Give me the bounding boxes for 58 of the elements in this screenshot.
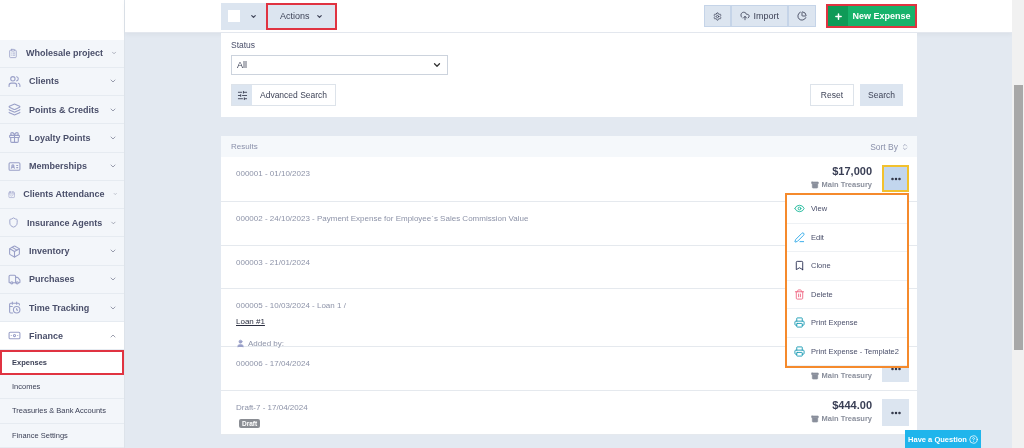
cloud-upload-icon: [740, 11, 751, 21]
loan-link[interactable]: Loan #1: [236, 317, 265, 326]
caret-icon: [315, 12, 323, 20]
select-all-dropdown[interactable]: [221, 2, 266, 30]
advanced-search-button[interactable]: Advanced Search: [231, 84, 337, 106]
settings-icon: [713, 11, 723, 21]
plus-icon: [833, 11, 843, 21]
box-icon: [810, 371, 819, 380]
row-title: 000005 - 10/03/2024 - Loan 1 /: [236, 301, 346, 310]
status-label: Status: [231, 40, 257, 50]
row-amount: $17,000: [832, 165, 872, 177]
pie-chart-icon: [797, 11, 807, 21]
people-icon: [8, 74, 21, 88]
chevron-down-icon: [110, 218, 117, 227]
layers-icon: [8, 103, 21, 117]
search-button[interactable]: Search: [860, 84, 903, 106]
truck-icon: [8, 272, 21, 286]
reset-button[interactable]: Reset: [809, 84, 855, 106]
bookmark-icon: [794, 260, 805, 272]
id-card-icon: [8, 159, 21, 173]
chart-button[interactable]: [788, 5, 816, 27]
printer-icon: [794, 317, 805, 329]
chevron-down-icon: [432, 60, 442, 70]
row-title: 000006 - 17/04/2024: [236, 359, 310, 368]
trash-icon: [794, 288, 805, 300]
calendar-clock-icon: [8, 301, 21, 315]
clipboard-icon: [8, 46, 18, 60]
sort-icon: [901, 142, 909, 151]
edit-icon: [794, 231, 805, 243]
status-select[interactable]: All: [231, 55, 448, 75]
caret-icon: [250, 12, 257, 20]
actions-button[interactable]: Actions: [266, 2, 337, 30]
row-title: 000002 - 24/10/2023 - Payment Expense for Employee`s Sales Commission Value: [236, 214, 529, 223]
shield-icon: [8, 216, 20, 230]
settings-button[interactable]: [704, 5, 732, 27]
eye-icon: [794, 203, 805, 215]
more-button[interactable]: [882, 165, 909, 192]
printer-icon: [794, 345, 805, 357]
sliders-icon: [236, 89, 248, 101]
row-title: 000001 - 01/10/2023: [236, 169, 310, 178]
row-amount: $444.00: [832, 399, 872, 411]
box-icon: [810, 414, 819, 423]
user-icon: [236, 339, 245, 348]
checkbox[interactable]: [228, 10, 240, 22]
results-title: Results: [231, 142, 258, 151]
row-title: 000003 - 21/01/2024: [236, 258, 310, 267]
import-button[interactable]: Import: [731, 5, 788, 27]
box-icon: [8, 244, 21, 258]
added-by-text: Added by:: [248, 339, 285, 348]
scrollbar-thumb[interactable]: [1013, 85, 1023, 350]
more-button[interactable]: [882, 399, 909, 426]
scrollbar[interactable]: [1012, 0, 1024, 448]
help-icon: [968, 434, 978, 444]
chevron-down-icon: [109, 247, 117, 255]
row-title: Draft-7 - 17/04/2024: [236, 403, 308, 412]
sidebar-item[interactable]: Finance: [0, 322, 124, 351]
box-icon: [810, 180, 819, 189]
gift-icon: [8, 131, 21, 145]
